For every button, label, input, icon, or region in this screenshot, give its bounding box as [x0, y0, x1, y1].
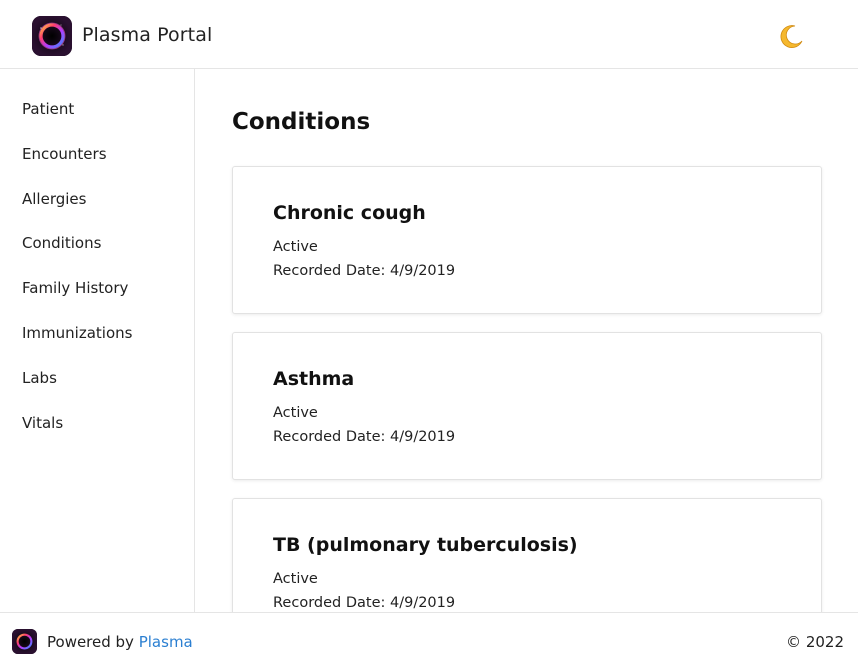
condition-status: Active	[273, 405, 318, 421]
sidebar-item-vitals[interactable]: Vitals	[22, 414, 63, 432]
top-bar: Plasma Portal	[0, 0, 858, 69]
copyright-text: © 2022	[786, 633, 844, 651]
condition-card: Asthma Active Recorded Date: 4/9/2019	[232, 332, 822, 480]
crescent-moon-icon[interactable]	[778, 24, 804, 50]
condition-status: Active	[273, 239, 318, 255]
condition-status: Active	[273, 571, 318, 587]
condition-recorded-date: Recorded Date: 4/9/2019	[273, 595, 456, 611]
plasma-link[interactable]: Plasma	[139, 633, 193, 651]
sidebar-item-allergies[interactable]: Allergies	[22, 190, 86, 208]
sidebar-item-conditions[interactable]: Conditions	[22, 234, 101, 252]
main-content: Conditions Chronic cough Active Recorded…	[196, 69, 858, 612]
footer: Powered by Plasma © 2022	[0, 612, 858, 665]
condition-name: Asthma	[273, 368, 355, 390]
condition-card: Chronic cough Active Recorded Date: 4/9/…	[232, 166, 822, 314]
powered-by-text: Powered by Plasma	[47, 633, 193, 651]
page-title: Conditions	[232, 109, 371, 135]
sidebar-item-labs[interactable]: Labs	[22, 369, 57, 387]
plasma-logo-icon[interactable]	[32, 16, 72, 56]
sidebar-nav: Patient Encounters Allergies Conditions …	[0, 69, 195, 612]
condition-recorded-date: Recorded Date: 4/9/2019	[273, 263, 456, 279]
powered-by-label: Powered by	[47, 633, 139, 651]
sidebar-item-immunizations[interactable]: Immunizations	[22, 324, 132, 342]
sidebar-item-family-history[interactable]: Family History	[22, 279, 128, 297]
sidebar-item-encounters[interactable]: Encounters	[22, 145, 107, 163]
plasma-logo-icon	[12, 629, 37, 654]
condition-name: TB (pulmonary tuberculosis)	[273, 534, 578, 556]
condition-recorded-date: Recorded Date: 4/9/2019	[273, 429, 456, 445]
condition-card: TB (pulmonary tuberculosis) Active Recor…	[232, 498, 822, 612]
app-title[interactable]: Plasma Portal	[82, 24, 212, 46]
sidebar-item-patient[interactable]: Patient	[22, 100, 74, 118]
condition-name: Chronic cough	[273, 202, 426, 224]
